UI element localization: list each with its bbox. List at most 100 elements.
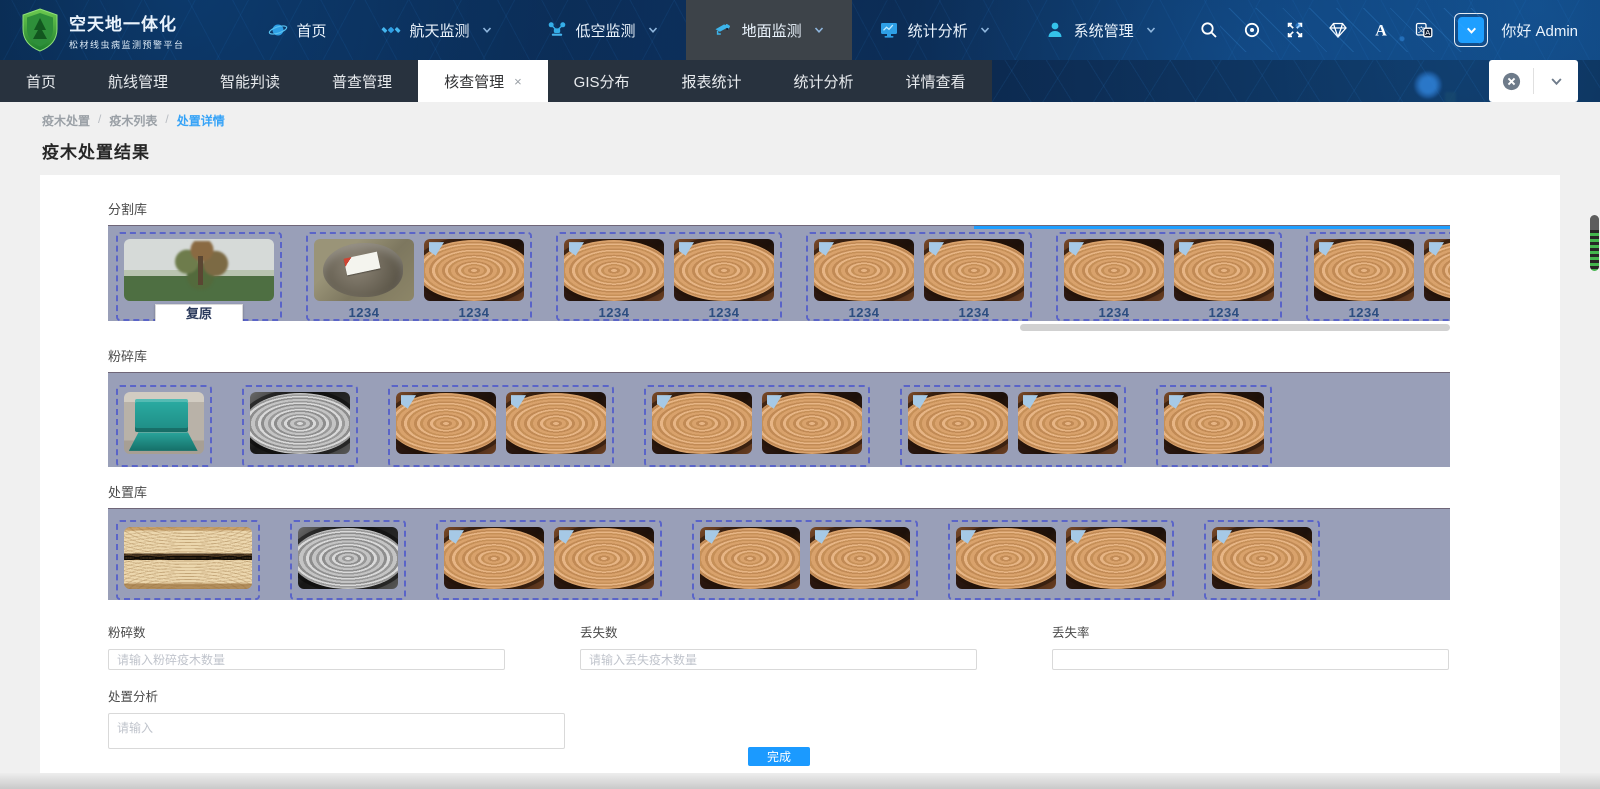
gem-button[interactable]	[1321, 13, 1355, 47]
log-thumbnail[interactable]	[1164, 392, 1264, 454]
log-thumbnail[interactable]	[506, 392, 606, 454]
finish-button[interactable]: 完成	[748, 747, 810, 766]
image-group	[1156, 385, 1272, 467]
restore-button[interactable]: 复原	[155, 304, 243, 321]
tab-bar: 首页 航线管理 智能判读普查管理核查管理×GIS分布报表统计统计分析详情查看	[0, 60, 1600, 102]
tab-报表统计[interactable]: 报表统计	[656, 60, 768, 102]
log-thumbnail[interactable]	[924, 239, 1024, 301]
stats-form-row: 粉碎数 丢失数 丢失率	[108, 622, 1450, 670]
satellite-icon	[381, 20, 401, 40]
section-粉碎库: 粉碎库	[108, 346, 1560, 467]
image-band	[108, 372, 1450, 467]
translate-button[interactable]: 文A	[1407, 13, 1441, 47]
tab-GIS分布[interactable]: GIS分布	[548, 60, 656, 102]
tree-thumbnail[interactable]	[124, 239, 274, 301]
tab-普查管理[interactable]: 普查管理	[306, 60, 418, 102]
loss-rate-input[interactable]	[1052, 649, 1449, 670]
tab-详情查看[interactable]: 详情查看	[880, 60, 992, 102]
loss-count-field-group: 丢失数	[580, 622, 977, 670]
vertical-scrollbar-thumb[interactable]	[1590, 215, 1599, 271]
log-thumbnail[interactable]	[1064, 239, 1164, 301]
decor-glow-dot	[1414, 71, 1442, 99]
image-number-label: 1234	[814, 305, 914, 320]
image-cell: 复原	[124, 239, 274, 321]
log-thumbnail[interactable]	[424, 239, 524, 301]
log-thumbnail[interactable]	[1212, 527, 1312, 589]
tab-航线管理[interactable]: 航线管理	[82, 60, 194, 102]
breadcrumb-item[interactable]: 疫木处置	[42, 112, 90, 129]
nav-item-系统管理[interactable]: 系统管理	[1018, 0, 1184, 60]
image-cell	[396, 392, 496, 454]
gray-log-thumbnail[interactable]	[250, 392, 350, 454]
image-cell	[250, 392, 350, 454]
log-thumbnail[interactable]	[700, 527, 800, 589]
tab-核查管理[interactable]: 核查管理×	[418, 60, 548, 102]
nav-item-航天监测[interactable]: 航天监测	[354, 0, 520, 60]
analysis-field-group: 处置分析	[108, 686, 1560, 754]
image-group: 12341234	[806, 232, 1032, 321]
log-thumbnail[interactable]	[908, 392, 1008, 454]
tab-首页[interactable]: 首页	[0, 60, 82, 102]
wrapped-thumbnail[interactable]	[314, 239, 414, 301]
crush-count-field-group: 粉碎数	[108, 622, 505, 670]
loss-count-input[interactable]	[580, 649, 977, 670]
analysis-textarea[interactable]	[108, 713, 565, 749]
image-group: 12341234	[556, 232, 782, 321]
nav-item-地面监测[interactable]: 地面监测	[686, 0, 852, 60]
log-thumbnail[interactable]	[956, 527, 1056, 589]
svg-text:A: A	[1376, 23, 1388, 40]
tab-智能判读[interactable]: 智能判读	[194, 60, 306, 102]
tab-label: 航线管理	[108, 71, 168, 92]
image-cell	[1018, 392, 1118, 454]
horizontal-scrollbar-thumb[interactable]	[1020, 324, 1450, 331]
locate-icon	[1242, 20, 1262, 40]
log-thumbnail[interactable]	[1066, 527, 1166, 589]
crush-count-label: 粉碎数	[108, 622, 505, 641]
image-group	[948, 520, 1174, 600]
user-avatar-dropdown[interactable]	[1454, 13, 1488, 47]
log-thumbnail[interactable]	[814, 239, 914, 301]
image-cell	[810, 527, 910, 589]
font-size-button[interactable]: A	[1364, 13, 1398, 47]
log-thumbnail[interactable]	[762, 392, 862, 454]
locate-button[interactable]	[1235, 13, 1269, 47]
band-top-scroll-indicator[interactable]	[974, 226, 1450, 229]
image-cell: 1234	[814, 239, 914, 320]
tab-close-icon[interactable]: ×	[514, 74, 522, 89]
nav-item-低空监测[interactable]: 低空监测	[520, 0, 686, 60]
breadcrumb-item[interactable]: 疫木列表	[109, 112, 157, 129]
shield-logo-icon	[20, 8, 60, 52]
gray-log-thumbnail[interactable]	[298, 527, 398, 589]
app-logo: 空天地一体化 松材线虫病监测预警平台	[0, 8, 199, 52]
machine-thumbnail[interactable]	[124, 392, 204, 454]
log-thumbnail[interactable]	[554, 527, 654, 589]
nav-item-统计分析[interactable]: 统计分析	[852, 0, 1018, 60]
log-thumbnail[interactable]	[396, 392, 496, 454]
log-thumbnail[interactable]	[652, 392, 752, 454]
tab-统计分析[interactable]: 统计分析	[768, 60, 880, 102]
user-greeting: 你好 Admin	[1501, 20, 1578, 41]
image-cell: 1234	[1424, 239, 1450, 320]
log-thumbnail[interactable]	[1018, 392, 1118, 454]
fullscreen-button[interactable]	[1278, 13, 1312, 47]
log-thumbnail[interactable]	[1174, 239, 1274, 301]
image-cell	[506, 392, 606, 454]
log-thumbnail[interactable]	[564, 239, 664, 301]
image-group	[290, 520, 406, 600]
section-处置库: 处置库	[108, 482, 1560, 600]
image-cell	[700, 527, 800, 589]
log-thumbnail[interactable]	[810, 527, 910, 589]
breadcrumb-item[interactable]: 处置详情	[177, 112, 225, 129]
split-thumbnail[interactable]	[124, 527, 252, 589]
chevron-down-icon	[481, 24, 493, 36]
tab-list-dropdown-button[interactable]	[1534, 60, 1578, 102]
crush-count-input[interactable]	[108, 649, 505, 670]
nav-item-首页[interactable]: 首页	[241, 0, 354, 60]
search-button[interactable]	[1192, 13, 1226, 47]
close-all-tabs-button[interactable]	[1489, 60, 1533, 102]
log-thumbnail[interactable]	[444, 527, 544, 589]
log-thumbnail[interactable]	[674, 239, 774, 301]
log-thumbnail[interactable]	[1424, 239, 1450, 301]
log-thumbnail[interactable]	[1314, 239, 1414, 301]
image-number-label: 1234	[564, 305, 664, 320]
